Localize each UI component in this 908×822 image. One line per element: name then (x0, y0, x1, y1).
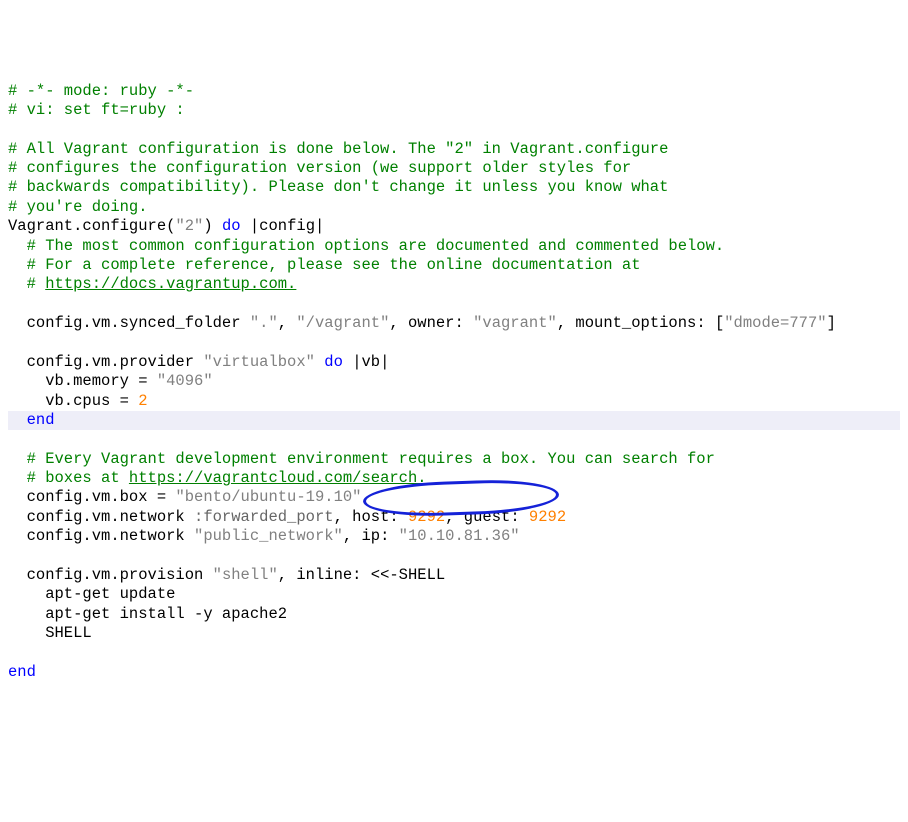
string-literal: "2" (175, 217, 203, 235)
number-literal: 9292 (529, 508, 566, 526)
comment-line: # backwards compatibility). Please don't… (8, 178, 668, 196)
keyword-do: do (324, 353, 343, 371)
string-literal: "/vagrant" (296, 314, 389, 332)
keyword-do: do (222, 217, 241, 235)
code-token: , ip: (343, 527, 399, 545)
string-literal: "virtualbox" (203, 353, 315, 371)
comment-line: # configures the configuration version (… (8, 159, 631, 177)
code-token: , inline: (278, 566, 371, 584)
code-token: , owner: (389, 314, 473, 332)
search-link: https://vagrantcloud.com/search. (129, 469, 427, 487)
code-block: # -*- mode: ruby -*- # vi: set ft=ruby :… (8, 82, 900, 683)
code-token: |vb| (343, 353, 390, 371)
heredoc-open: <<-SHELL (371, 566, 445, 584)
code-token: config.vm.provider (8, 353, 203, 371)
code-token: .configure( (73, 217, 175, 235)
string-literal: "vagrant" (473, 314, 557, 332)
code-token (315, 353, 324, 371)
code-token: , host: (334, 508, 408, 526)
comment-line: # All Vagrant configuration is done belo… (8, 140, 668, 158)
string-literal: "." (250, 314, 278, 332)
number-literal: 9292 (408, 508, 445, 526)
code-token: config.vm.synced_folder (8, 314, 250, 332)
comment-line: # Every Vagrant development environment … (8, 450, 715, 468)
comment-line: # you're doing. (8, 198, 148, 216)
code-token: config.vm.network (8, 508, 194, 526)
highlighted-line: end (8, 411, 900, 430)
string-literal: "public_network" (194, 527, 343, 545)
keyword-end: end (8, 663, 36, 681)
doc-link: https://docs.vagrantup.com. (45, 275, 296, 293)
string-literal: "dmode=777" (724, 314, 826, 332)
keyword-end: end (8, 411, 55, 429)
comment-line: # boxes at (8, 469, 129, 487)
code-token: ) (203, 217, 222, 235)
symbol-literal: :forwarded_port (194, 508, 334, 526)
code-token: , mount_options: [ (557, 314, 724, 332)
code-token: ] (827, 314, 836, 332)
code-token: vb.cpus = (8, 392, 138, 410)
code-token: , (278, 314, 297, 332)
comment-line: # For a complete reference, please see t… (8, 256, 641, 274)
code-token: |config| (241, 217, 325, 235)
comment-line: # -*- mode: ruby -*- (8, 82, 194, 100)
ip-value: "10.10.81.36" (399, 527, 520, 545)
comment-line: # vi: set ft=ruby : (8, 101, 185, 119)
string-literal: "shell" (213, 566, 278, 584)
string-literal: "4096" (157, 372, 213, 390)
code-token: config.vm.provision (8, 566, 213, 584)
code-token: config.vm.box = (8, 488, 175, 506)
shell-line: apt-get install -y apache2 (8, 605, 287, 623)
heredoc-close: SHELL (8, 624, 92, 642)
string-literal: "bento/ubuntu-19.10" (175, 488, 361, 506)
code-token: config.vm.network (8, 527, 194, 545)
comment-line: # (8, 275, 45, 293)
code-token: Vagrant (8, 217, 73, 235)
shell-line: apt-get update (8, 585, 175, 603)
comment-line: # The most common configuration options … (8, 237, 724, 255)
number-literal: 2 (138, 392, 147, 410)
code-token: vb.memory = (8, 372, 157, 390)
code-token: , guest: (445, 508, 529, 526)
